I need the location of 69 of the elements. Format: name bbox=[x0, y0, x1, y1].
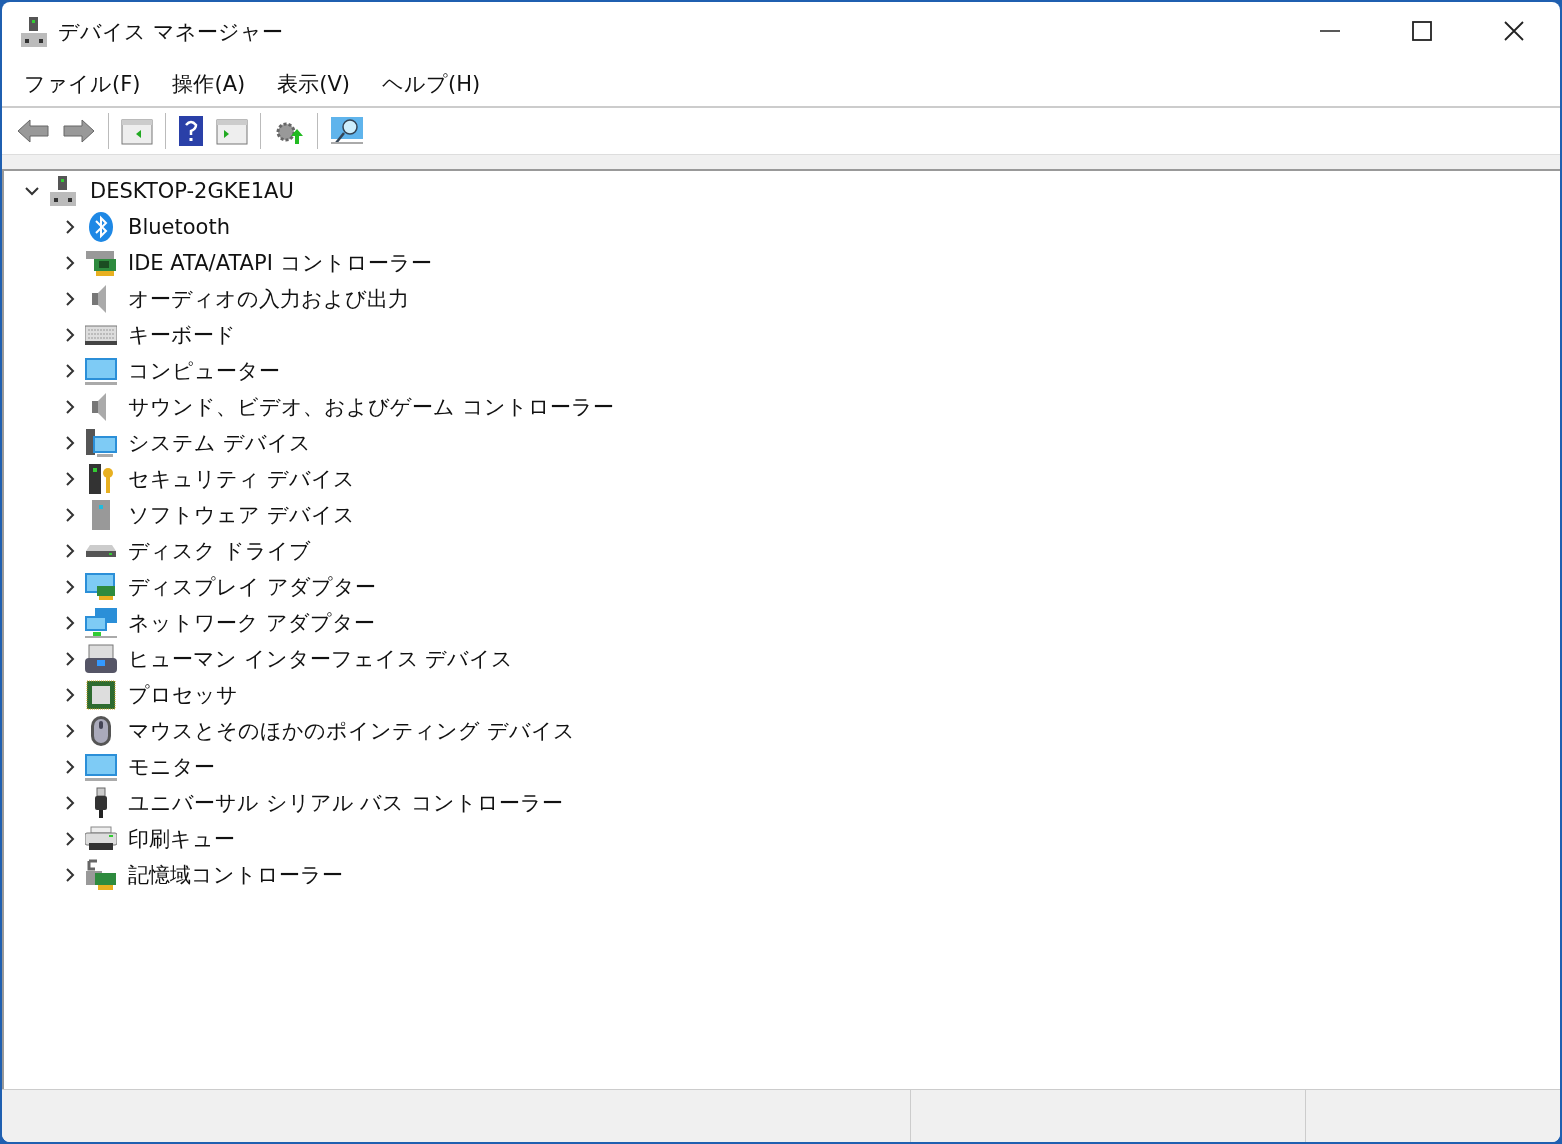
computer-and-monitor-icon bbox=[85, 428, 117, 458]
expand-chevron-icon[interactable] bbox=[63, 400, 77, 414]
tree-item[interactable]: DESKTOP-2GKE1AU bbox=[90, 179, 294, 203]
processor-chip-icon bbox=[86, 680, 116, 710]
expand-chevron-icon[interactable] bbox=[63, 220, 77, 234]
tree-item[interactable]: オーディオの入力および出力 bbox=[128, 285, 409, 313]
monitor-magnifier-icon[interactable] bbox=[330, 115, 364, 147]
tree-item[interactable]: サウンド、ビデオ、およびゲーム コントローラー bbox=[128, 393, 614, 421]
tree-item[interactable]: セキュリティ デバイス bbox=[128, 465, 355, 493]
expand-chevron-icon[interactable] bbox=[63, 436, 77, 450]
tree-item[interactable]: ソフトウェア デバイス bbox=[128, 501, 355, 529]
printer-icon bbox=[85, 826, 117, 852]
panel-icon[interactable] bbox=[216, 117, 248, 145]
tree-item[interactable]: モニター bbox=[128, 753, 215, 781]
tree-item[interactable]: マウスとそのほかのポインティング デバイス bbox=[128, 717, 575, 745]
tree-item[interactable]: キーボード bbox=[128, 321, 236, 349]
expand-chevron-icon[interactable] bbox=[63, 580, 77, 594]
app-icon bbox=[20, 16, 48, 48]
tree-item[interactable]: Bluetooth bbox=[128, 215, 230, 239]
expand-chevron-icon[interactable] bbox=[63, 832, 77, 846]
expand-chevron-icon[interactable] bbox=[63, 364, 77, 378]
tree-item[interactable]: プロセッサ bbox=[128, 681, 238, 709]
keyboard-icon bbox=[85, 324, 117, 346]
tree-item[interactable]: ヒューマン インターフェイス デバイス bbox=[128, 645, 514, 673]
disk-drive-icon bbox=[86, 544, 116, 558]
tower-icon bbox=[89, 499, 113, 531]
storage-card-icon bbox=[85, 859, 117, 891]
monitor-icon bbox=[85, 752, 117, 782]
expand-chevron-icon[interactable] bbox=[63, 724, 77, 738]
monitor-with-card-icon bbox=[85, 572, 117, 602]
tree-item[interactable]: IDE ATA/ATAPI コントローラー bbox=[128, 249, 432, 277]
expand-chevron-icon[interactable] bbox=[25, 184, 39, 198]
menu-item[interactable]: 操作(A) bbox=[162, 66, 256, 102]
tree-item[interactable]: ネットワーク アダプター bbox=[128, 609, 375, 637]
expand-chevron-icon[interactable] bbox=[63, 760, 77, 774]
expand-chevron-icon[interactable] bbox=[63, 256, 77, 270]
tree-item[interactable]: 印刷キュー bbox=[128, 825, 235, 853]
menu-item[interactable]: ファイル(F) bbox=[14, 66, 151, 102]
tree-item[interactable]: ディスク ドライブ bbox=[128, 537, 311, 565]
tree-item[interactable]: ディスプレイ アダプター bbox=[128, 573, 376, 601]
expand-chevron-icon[interactable] bbox=[63, 292, 77, 306]
back-arrow-icon[interactable] bbox=[16, 117, 50, 145]
expand-chevron-icon[interactable] bbox=[63, 472, 77, 486]
menu-item[interactable]: 表示(V) bbox=[267, 66, 360, 102]
tree-item[interactable]: ユニバーサル シリアル バス コントローラー bbox=[128, 789, 564, 817]
expand-chevron-icon[interactable] bbox=[63, 508, 77, 522]
tower-and-key-icon bbox=[86, 463, 116, 495]
expand-chevron-icon[interactable] bbox=[63, 328, 77, 342]
expand-chevron-icon[interactable] bbox=[63, 616, 77, 630]
forward-arrow-icon[interactable] bbox=[62, 117, 96, 145]
expand-chevron-icon[interactable] bbox=[63, 544, 77, 558]
expansion-card-icon bbox=[85, 248, 117, 278]
panel-icon[interactable] bbox=[121, 117, 153, 145]
tree-item[interactable]: 記憶域コントローラー bbox=[128, 861, 343, 889]
bluetooth-icon bbox=[88, 211, 114, 243]
network-monitors-icon bbox=[85, 607, 117, 639]
window-title: デバイス マネージャー bbox=[58, 19, 284, 46]
keyboard-and-joystick-icon bbox=[85, 644, 117, 674]
mouse-icon bbox=[89, 715, 113, 747]
computer-tower-icon bbox=[49, 175, 77, 207]
expand-chevron-icon[interactable] bbox=[63, 796, 77, 810]
monitor-icon bbox=[85, 356, 117, 386]
help-icon[interactable] bbox=[178, 115, 204, 147]
expand-chevron-icon[interactable] bbox=[63, 868, 77, 882]
tree-item[interactable]: システム デバイス bbox=[128, 429, 311, 457]
tree-item[interactable]: コンピューター bbox=[128, 357, 280, 385]
expand-chevron-icon[interactable] bbox=[63, 688, 77, 702]
expand-chevron-icon[interactable] bbox=[63, 652, 77, 666]
menu-item[interactable]: ヘルプ(H) bbox=[372, 66, 491, 102]
